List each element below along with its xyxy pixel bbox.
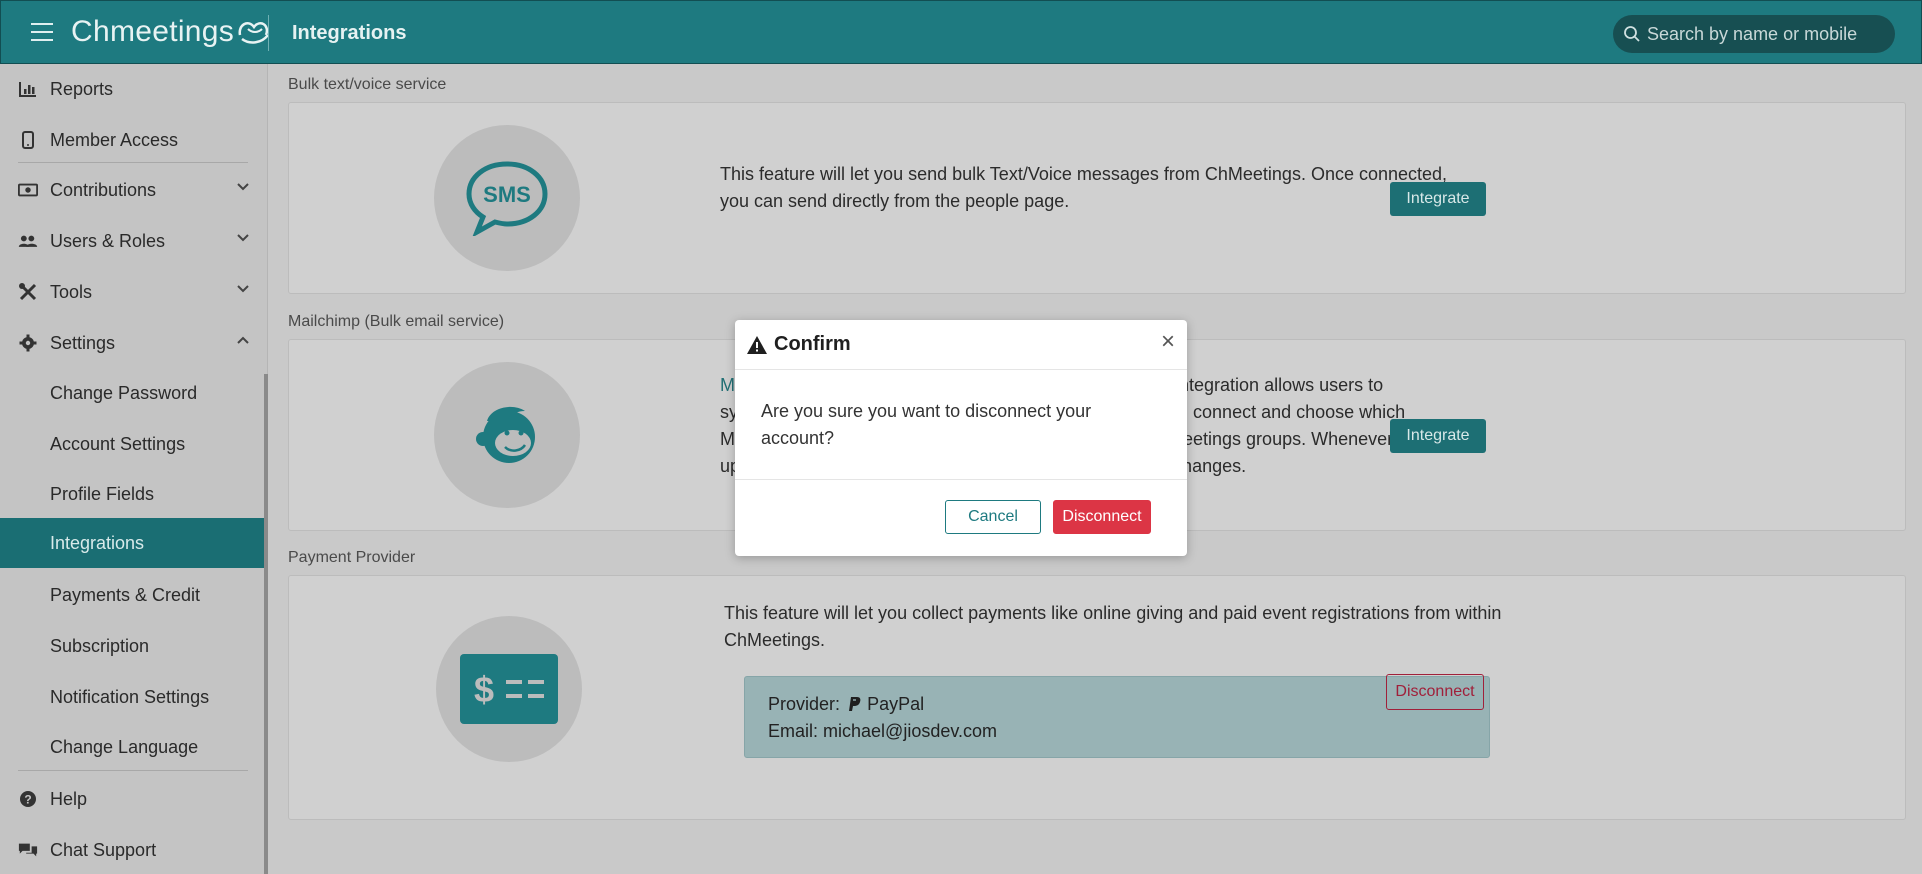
mailchimp-link[interactable]: M — [720, 375, 735, 395]
section-label-mailchimp: Mailchimp (Bulk email service) — [288, 313, 505, 330]
dialog-footer: Cancel Disconnect — [735, 480, 1187, 555]
dialog-message: Are you sure you want to disconnect your… — [735, 370, 1187, 480]
tools-icon — [18, 282, 38, 302]
sms-integrate-button[interactable]: Integrate — [1390, 182, 1486, 216]
sms-description: This feature will let you send bulk Text… — [720, 164, 1448, 211]
sidebar-item-payments-credit[interactable]: Payments & Credit — [0, 570, 264, 620]
sidebar-item-profile-fields[interactable]: Profile Fields — [0, 469, 264, 519]
hamburger-menu-icon[interactable] — [31, 23, 53, 41]
mailchimp-integrate-button[interactable]: Integrate — [1390, 419, 1486, 453]
sms-icon-text: SMS — [483, 182, 531, 207]
sidebar-item-label: Reports — [50, 78, 114, 99]
sidebar-item-label: Account Settings — [50, 433, 186, 454]
logo-heart-icon — [238, 22, 270, 44]
top-header: Chmeetings Integrations — [0, 0, 1922, 64]
sidebar: Reports Member Access Contributions User… — [0, 64, 268, 874]
sidebar-item-help[interactable]: ? Help — [0, 774, 264, 824]
email-row: Email: michael@jiosdev.com — [768, 718, 1466, 745]
header-divider — [268, 15, 269, 51]
search-box[interactable] — [1613, 15, 1895, 53]
provider-row: Provider: PayPal — [768, 691, 1466, 718]
section-label-sms: Bulk text/voice service — [288, 76, 447, 93]
sidebar-item-label: Change Language — [50, 736, 199, 757]
provider-email: michael@jiosdev.com — [823, 721, 998, 741]
payment-logo: $ — [436, 616, 582, 762]
sidebar-item-change-password[interactable]: Change Password — [0, 368, 264, 418]
svg-text:?: ? — [24, 793, 31, 807]
mailchimp-desc-fragment: M — [720, 429, 735, 449]
users-icon — [18, 231, 38, 251]
sidebar-item-account-settings[interactable]: Account Settings — [0, 419, 264, 469]
sidebar-item-tools[interactable]: Tools — [0, 267, 264, 317]
money-icon — [18, 180, 38, 200]
svg-text:$: $ — [474, 669, 494, 710]
sidebar-item-label: Help — [50, 788, 88, 809]
sms-bubble-icon: SMS — [466, 161, 548, 236]
payment-disconnect-button[interactable]: Disconnect — [1386, 674, 1484, 710]
sidebar-item-member-access[interactable]: Member Access — [0, 115, 264, 165]
sidebar-item-label: Change Password — [50, 382, 198, 403]
payment-card-icon: $ — [460, 654, 558, 724]
section-label-payment: Payment Provider — [288, 549, 416, 566]
sidebar-item-label: Users & Roles — [50, 230, 166, 251]
chart-icon — [18, 79, 38, 99]
disconnect-button[interactable]: Disconnect — [1053, 500, 1151, 534]
chevron-down-icon — [237, 234, 249, 242]
dialog-title: Confirm — [774, 333, 851, 355]
warning-icon — [747, 335, 767, 354]
sidebar-divider — [18, 770, 248, 771]
sidebar-item-label: Integrations — [50, 532, 145, 553]
sidebar-item-chat-support[interactable]: Chat Support — [0, 825, 264, 874]
sidebar-item-settings[interactable]: Settings — [0, 318, 264, 368]
chat-icon — [18, 840, 38, 860]
sidebar-item-label: Tools — [50, 281, 93, 302]
sms-logo: SMS — [434, 125, 580, 271]
sms-integration-card: SMS This feature will let you send bulk … — [288, 102, 1906, 294]
sidebar-item-integrations[interactable]: Integrations — [0, 518, 264, 568]
email-label: Email: — [768, 721, 819, 741]
mailchimp-logo — [434, 362, 580, 508]
search-input[interactable] — [1647, 23, 1887, 45]
sidebar-item-notification-settings[interactable]: Notification Settings — [0, 672, 264, 722]
sidebar-item-label: Notification Settings — [50, 686, 210, 707]
chevron-up-icon — [237, 336, 249, 344]
mobile-icon — [18, 130, 38, 150]
sidebar-item-label: Member Access — [50, 129, 179, 150]
page-title: Integrations — [292, 22, 407, 44]
sidebar-item-label: Profile Fields — [50, 483, 155, 504]
payment-provider-card: $ This feature will let you collect paym… — [288, 575, 1906, 820]
sidebar-item-label: Chat Support — [50, 839, 157, 860]
logo-text: Chmeetings — [71, 15, 235, 48]
sidebar-item-reports[interactable]: Reports — [0, 64, 264, 114]
provider-name: PayPal — [867, 694, 925, 714]
sidebar-item-label: Contributions — [50, 179, 157, 200]
chevron-down-icon — [237, 285, 249, 293]
cancel-button[interactable]: Cancel — [945, 500, 1041, 534]
dialog-header: Confirm × — [735, 320, 1187, 370]
close-icon[interactable]: × — [1161, 330, 1175, 354]
sidebar-item-label: Settings — [50, 332, 116, 353]
mailchimp-monkey-icon — [476, 406, 535, 463]
sidebar-divider — [18, 162, 248, 163]
question-icon: ? — [18, 789, 38, 809]
search-icon — [1624, 26, 1640, 42]
gear-icon — [18, 333, 38, 353]
sidebar-scrollbar[interactable] — [264, 374, 268, 874]
provider-info-box: Provider: PayPal Email: michael@jiosdev.… — [744, 676, 1490, 758]
confirm-dialog: Confirm × Are you sure you want to disco… — [735, 320, 1187, 556]
provider-label: Provider: — [768, 694, 841, 714]
sidebar-item-label: Subscription — [50, 635, 150, 656]
payment-description: This feature will let you collect paymen… — [724, 603, 1502, 650]
app-logo[interactable]: Chmeetings — [71, 15, 272, 49]
sidebar-item-subscription[interactable]: Subscription — [0, 621, 264, 671]
mailchimp-desc-line: ChMeetings groups. Whenever you — [1145, 429, 1428, 449]
sidebar-item-users-roles[interactable]: Users & Roles — [0, 216, 264, 266]
sidebar-item-contributions[interactable]: Contributions — [0, 165, 264, 215]
chevron-down-icon — [237, 183, 249, 191]
paypal-icon — [849, 697, 861, 711]
sidebar-item-label: Payments & Credit — [50, 584, 201, 605]
sidebar-item-change-language[interactable]: Change Language — [0, 722, 264, 772]
